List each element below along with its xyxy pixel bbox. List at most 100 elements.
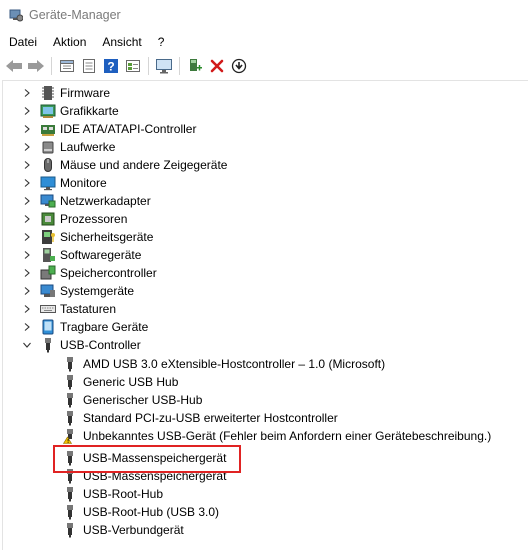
- tree-category-label: IDE ATA/ATAPI-Controller: [60, 122, 197, 136]
- tree-category-label: Prozessoren: [60, 212, 128, 226]
- usb-plug-icon: [62, 522, 78, 538]
- title-bar: Geräte-Manager: [0, 0, 530, 30]
- menu-help[interactable]: ?: [150, 32, 173, 52]
- tree-category-systemgeraete[interactable]: Systemgeräte: [22, 282, 134, 300]
- disk-drive-icon: [40, 139, 56, 155]
- tree-category-label: Speichercontroller: [60, 266, 157, 280]
- forward-arrow-icon[interactable]: [25, 55, 47, 77]
- update-driver-list-icon[interactable]: [78, 55, 100, 77]
- ide-controller-icon: [40, 121, 56, 137]
- usb-plug-icon: [62, 504, 78, 520]
- toolbar-separator: [179, 57, 180, 75]
- usb-device-label: USB-Verbundgerät: [83, 523, 184, 537]
- chevron-right-icon[interactable]: [22, 160, 32, 170]
- usb-device-amd-xhci[interactable]: AMD USB 3.0 eXtensible-Hostcontroller – …: [62, 355, 385, 373]
- window-title: Geräte-Manager: [29, 8, 121, 22]
- tree-category-label: Tragbare Geräte: [60, 320, 149, 334]
- chevron-down-icon[interactable]: [22, 340, 32, 350]
- usb-plug-icon: [62, 356, 78, 372]
- tree-category-label: Sicherheitsgeräte: [60, 230, 154, 244]
- monitor-icon: [40, 175, 56, 191]
- show-hidden-icon[interactable]: [122, 55, 144, 77]
- add-driver-icon[interactable]: [184, 55, 206, 77]
- firmware-icon: [40, 85, 56, 101]
- usb-device-generischer-usb-hub[interactable]: Generischer USB-Hub: [62, 391, 202, 409]
- tree-category-label: USB-Controller: [60, 338, 141, 352]
- tree-category-label: Systemgeräte: [60, 284, 135, 298]
- menu-bar: Datei Aktion Ansicht ?: [0, 32, 530, 52]
- chevron-right-icon[interactable]: [22, 124, 32, 134]
- usb-device-generic-usb-hub[interactable]: Generic USB Hub: [62, 373, 178, 391]
- uninstall-x-icon[interactable]: [206, 55, 228, 77]
- usb-device-label: Generic USB Hub: [83, 375, 179, 389]
- chevron-right-icon[interactable]: [22, 88, 32, 98]
- usb-plug-icon: [62, 410, 78, 426]
- tree-category-label: Netzwerkadapter: [60, 194, 151, 208]
- chevron-right-icon[interactable]: [22, 286, 32, 296]
- display-adapter-icon: [40, 103, 56, 119]
- svg-text:?: ?: [107, 60, 114, 74]
- properties-icon[interactable]: [56, 55, 78, 77]
- chevron-right-icon[interactable]: [22, 106, 32, 116]
- tree-category-label: Tastaturen: [60, 302, 117, 316]
- usb-device-label: USB-Root-Hub (USB 3.0): [83, 505, 220, 519]
- usb-plug-icon: [40, 337, 56, 353]
- tree-category-laufwerke[interactable]: Laufwerke: [22, 138, 115, 156]
- chevron-right-icon[interactable]: [22, 196, 32, 206]
- usb-plug-icon: [62, 374, 78, 390]
- tree-category-speichercontroller[interactable]: Speichercontroller: [22, 264, 157, 282]
- menu-datei[interactable]: Datei: [0, 32, 45, 52]
- tree-category-ide-ata-atapi[interactable]: IDE ATA/ATAPI-Controller: [22, 120, 196, 138]
- tree-category-label: Softwaregeräte: [60, 248, 142, 262]
- menu-aktion[interactable]: Aktion: [45, 32, 94, 52]
- tree-category-sicherheitsgeraete[interactable]: Sicherheitsgeräte: [22, 228, 153, 246]
- tree-category-tragbare-geraete[interactable]: Tragbare Geräte: [22, 318, 148, 336]
- help-icon[interactable]: ?: [100, 55, 122, 77]
- back-arrow-icon[interactable]: [3, 55, 25, 77]
- chevron-right-icon[interactable]: [22, 178, 32, 188]
- usb-device-verbundgeraet[interactable]: USB-Verbundgerät: [62, 521, 184, 539]
- mouse-icon: [40, 157, 56, 173]
- tree-category-label: Monitore: [60, 176, 107, 190]
- software-device-icon: [40, 247, 56, 263]
- chevron-right-icon[interactable]: [22, 268, 32, 278]
- storage-controller-icon: [40, 265, 56, 281]
- usb-plug-icon: [62, 392, 78, 408]
- security-device-icon: [40, 229, 56, 245]
- usb-device-label: Unbekanntes USB-Gerät (Fehler beim Anfor…: [83, 429, 492, 443]
- usb-warning-icon: [62, 428, 78, 444]
- system-device-icon: [40, 283, 56, 299]
- chevron-right-icon[interactable]: [22, 322, 32, 332]
- chevron-right-icon[interactable]: [22, 304, 32, 314]
- usb-device-root-hub[interactable]: USB-Root-Hub: [62, 485, 163, 503]
- tree-category-firmware[interactable]: Firmware: [22, 84, 110, 102]
- usb-device-label: AMD USB 3.0 eXtensible-Hostcontroller – …: [83, 357, 386, 371]
- processor-icon: [40, 211, 56, 227]
- tree-category-usb-controller[interactable]: USB-Controller: [22, 336, 141, 354]
- usb-device-pci-ehci[interactable]: Standard PCI-zu-USB erweiterter Hostcont…: [62, 409, 338, 427]
- tree-category-tastaturen[interactable]: Tastaturen: [22, 300, 116, 318]
- tree-category-label: Firmware: [60, 86, 110, 100]
- monitor-scan-icon[interactable]: [153, 55, 175, 77]
- tree-category-netzwerkadapter[interactable]: Netzwerkadapter: [22, 192, 151, 210]
- tree-category-prozessoren[interactable]: Prozessoren: [22, 210, 127, 228]
- disable-device-icon[interactable]: [228, 55, 250, 77]
- chevron-right-icon[interactable]: [22, 232, 32, 242]
- tree-category-softwaregeraete[interactable]: Softwaregeräte: [22, 246, 141, 264]
- tree-category-maeuse[interactable]: Mäuse und andere Zeigegeräte: [22, 156, 227, 174]
- portable-device-icon: [40, 319, 56, 335]
- usb-plug-icon: [62, 486, 78, 502]
- tree-category-grafikkarte[interactable]: Grafikkarte: [22, 102, 119, 120]
- chevron-right-icon[interactable]: [22, 214, 32, 224]
- menu-ansicht[interactable]: Ansicht: [94, 32, 149, 52]
- toolbar: ?: [0, 54, 530, 78]
- device-manager-icon: [9, 8, 24, 22]
- usb-device-root-hub-3[interactable]: USB-Root-Hub (USB 3.0): [62, 503, 219, 521]
- highlight-annotation-box: [53, 445, 241, 473]
- chevron-right-icon[interactable]: [22, 142, 32, 152]
- toolbar-separator: [148, 57, 149, 75]
- tree-category-monitore[interactable]: Monitore: [22, 174, 107, 192]
- usb-device-unknown[interactable]: Unbekanntes USB-Gerät (Fehler beim Anfor…: [62, 427, 491, 445]
- usb-device-label: USB-Root-Hub: [83, 487, 164, 501]
- chevron-right-icon[interactable]: [22, 250, 32, 260]
